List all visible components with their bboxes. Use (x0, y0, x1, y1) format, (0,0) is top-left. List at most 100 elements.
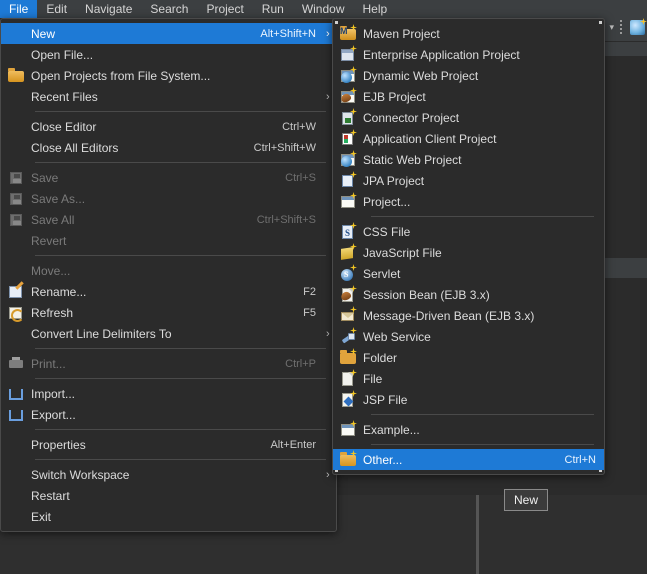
menu-item-properties[interactable]: Properties Alt+Enter (1, 434, 336, 455)
submenu-item-label: Application Client Project (363, 131, 497, 146)
submenu-item-label: JavaScript File (363, 245, 442, 260)
menubar-item-help[interactable]: Help (354, 0, 397, 18)
submenu-item-label: Project... (363, 194, 411, 209)
menu-item-new[interactable]: New Alt+Shift+N › (1, 23, 336, 44)
menu-item-label: Export... (31, 407, 76, 422)
submenu-item-maven-project[interactable]: M Maven Project (333, 23, 604, 44)
submenu-item-label: JSP File (363, 392, 408, 407)
menu-separator (35, 459, 326, 460)
menu-item-move: Move... (1, 260, 336, 281)
submenu-item-label: Dynamic Web Project (363, 68, 479, 83)
chevron-right-icon: › (326, 468, 330, 481)
submenu-item-connector-project[interactable]: Connector Project (333, 107, 604, 128)
static-web-project-icon (333, 149, 363, 170)
menu-item-switch-workspace[interactable]: Switch Workspace › (1, 464, 336, 485)
blank-icon (1, 464, 31, 485)
submenu-item-label: Other... (363, 452, 403, 467)
submenu-item-application-client-project[interactable]: Application Client Project (333, 128, 604, 149)
menubar-item-window[interactable]: Window (293, 0, 354, 18)
menu-item-close-all-editors[interactable]: Close All Editors Ctrl+Shift+W (1, 137, 336, 158)
menu-item-recent-files[interactable]: Recent Files › (1, 86, 336, 107)
submenu-item-static-web-project[interactable]: Static Web Project (333, 149, 604, 170)
bottom-panel (330, 495, 647, 574)
other-icon (333, 449, 363, 470)
submenu-item-enterprise-application-project[interactable]: Enterprise Application Project (333, 44, 604, 65)
menu-item-label: Print... (31, 356, 66, 371)
menu-item-label: Save As... (31, 191, 86, 206)
menu-item-label: Switch Workspace (31, 467, 130, 482)
menu-item-restart[interactable]: Restart (1, 485, 336, 506)
submenu-item-dynamic-web-project[interactable]: Dynamic Web Project (333, 65, 604, 86)
web-service-icon (333, 326, 363, 347)
submenu-item-message-driven-bean[interactable]: Message-Driven Bean (EJB 3.x) (333, 305, 604, 326)
panel-splitter[interactable] (476, 495, 479, 574)
menubar-item-edit[interactable]: Edit (37, 0, 76, 18)
blank-icon (1, 116, 31, 137)
menu-item-export[interactable]: Export... (1, 404, 336, 425)
chevron-right-icon: › (326, 327, 330, 340)
submenu-item-ejb-project[interactable]: EJB Project (333, 86, 604, 107)
menubar-item-project[interactable]: Project (197, 0, 252, 18)
submenu-item-servlet[interactable]: S Servlet (333, 263, 604, 284)
blank-icon (1, 260, 31, 281)
submenu-item-label: Servlet (363, 266, 401, 281)
tab-overflow-dots-icon[interactable] (620, 18, 623, 40)
blank-icon (1, 44, 31, 65)
menu-item-convert-line-delimiters-to[interactable]: Convert Line Delimiters To › (1, 323, 336, 344)
menu-separator (35, 378, 326, 379)
menu-item-rename[interactable]: Rename... F2 (1, 281, 336, 302)
menu-item-import[interactable]: Import... (1, 383, 336, 404)
menu-item-accelerator: F5 (303, 306, 316, 319)
menu-item-label: Open File... (31, 47, 94, 62)
blank-icon (1, 86, 31, 107)
html-file-tab-icon[interactable] (630, 20, 645, 35)
submenu-item-file[interactable]: File (333, 368, 604, 389)
submenu-item-label: JPA Project (363, 173, 425, 188)
javascript-file-icon (333, 242, 363, 263)
jpa-project-icon (333, 170, 363, 191)
submenu-item-other[interactable]: Other... Ctrl+N (333, 449, 604, 470)
menu-item-label: Restart (31, 488, 70, 503)
blank-icon (1, 506, 31, 527)
submenu-item-project[interactable]: Project... (333, 191, 604, 212)
submenu-item-folder[interactable]: Folder (333, 347, 604, 368)
blank-icon (1, 137, 31, 158)
menubar-item-file[interactable]: File (0, 0, 38, 18)
menu-item-label: Revert (31, 233, 67, 248)
ejb-project-icon (333, 86, 363, 107)
menu-item-open-file[interactable]: Open File... (1, 44, 336, 65)
menu-item-exit[interactable]: Exit (1, 506, 336, 527)
open-folder-icon (1, 65, 31, 86)
menu-separator (35, 255, 326, 256)
menu-item-refresh[interactable]: Refresh F5 (1, 302, 336, 323)
submenu-item-css-file[interactable]: S CSS File (333, 221, 604, 242)
menu-item-accelerator: Ctrl+W (282, 120, 316, 133)
menu-item-accelerator: Ctrl+S (285, 171, 316, 184)
submenu-item-session-bean[interactable]: Session Bean (EJB 3.x) (333, 284, 604, 305)
menu-separator (35, 429, 326, 430)
jsp-file-icon (333, 389, 363, 410)
application-client-project-icon (333, 128, 363, 149)
submenu-item-jpa-project[interactable]: JPA Project (333, 170, 604, 191)
blank-icon (1, 230, 31, 251)
menu-item-close-editor[interactable]: Close Editor Ctrl+W (1, 116, 336, 137)
chevron-right-icon: › (326, 90, 330, 103)
submenu-item-label: EJB Project (363, 89, 426, 104)
save-icon (1, 167, 31, 188)
submenu-item-javascript-file[interactable]: JavaScript File (333, 242, 604, 263)
submenu-item-example[interactable]: Example... (333, 419, 604, 440)
menubar-item-search[interactable]: Search (141, 0, 197, 18)
menu-item-open-projects-from-file-system[interactable]: Open Projects from File System... (1, 65, 336, 86)
submenu-item-accelerator: Ctrl+N (564, 453, 596, 466)
menubar-item-navigate[interactable]: Navigate (76, 0, 141, 18)
menu-item-accelerator: Ctrl+P (285, 357, 316, 370)
menubar-item-run[interactable]: Run (253, 0, 293, 18)
css-file-icon: S (333, 221, 363, 242)
rename-icon (1, 281, 31, 302)
blank-icon (1, 323, 31, 344)
chevron-down-icon[interactable]: ▾ (609, 22, 614, 33)
submenu-item-jsp-file[interactable]: JSP File (333, 389, 604, 410)
save-as-icon (1, 188, 31, 209)
submenu-item-web-service[interactable]: Web Service (333, 326, 604, 347)
export-icon (1, 404, 31, 425)
